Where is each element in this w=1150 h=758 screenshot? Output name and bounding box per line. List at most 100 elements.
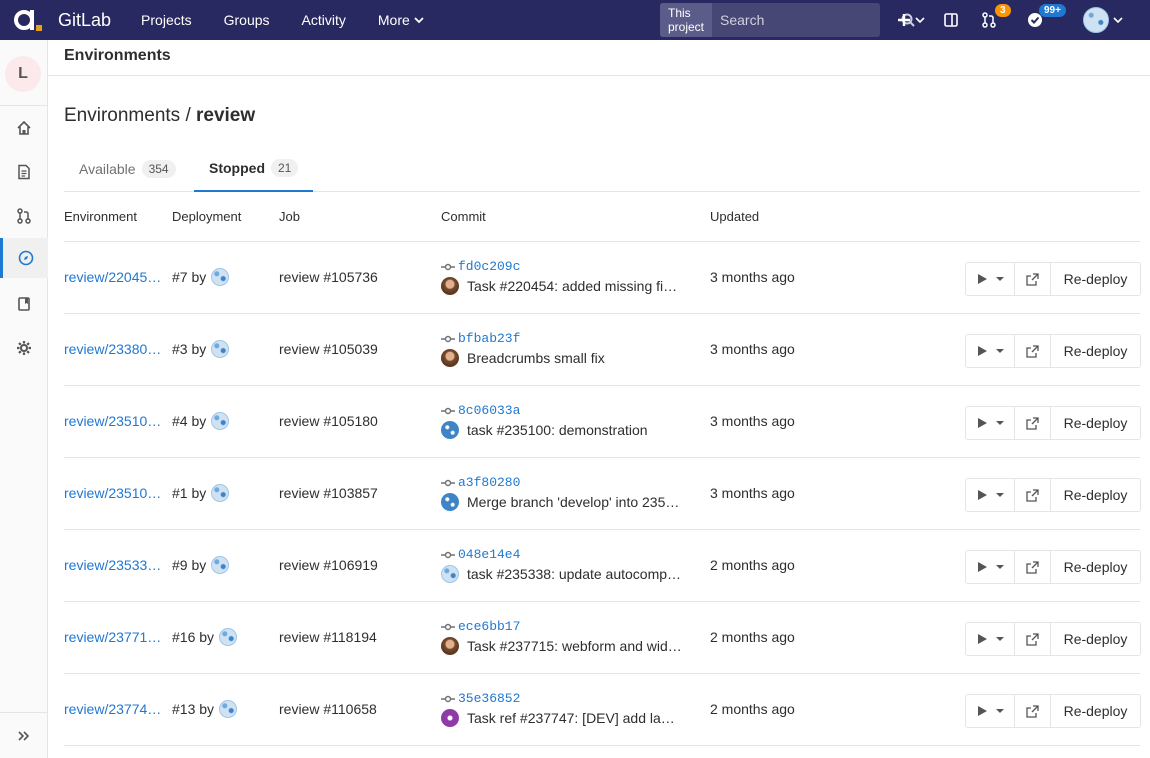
- brand[interactable]: GitLab: [12, 0, 111, 40]
- tab-available[interactable]: Available 354: [64, 145, 191, 192]
- commit-sha-link[interactable]: bfbab23f: [441, 331, 605, 346]
- commit-sha-link[interactable]: ece6bb17: [441, 619, 682, 634]
- open-external-button[interactable]: [1015, 334, 1051, 368]
- deployer-avatar[interactable]: [211, 268, 230, 286]
- commit-author-avatar[interactable]: [441, 565, 459, 583]
- search-input[interactable]: [712, 3, 902, 37]
- page-title: Environments / review: [64, 105, 255, 127]
- user-menu[interactable]: [1083, 7, 1123, 33]
- environment-link[interactable]: review/235338-autocomplete: [64, 557, 162, 573]
- commit-icon: [441, 479, 455, 486]
- commit-sha-link[interactable]: fd0c209c: [441, 259, 682, 274]
- sidebar-item-repository[interactable]: [0, 152, 48, 192]
- redeploy-button[interactable]: Re-deploy: [1051, 406, 1141, 440]
- external-link-icon: [1026, 416, 1039, 430]
- deployer-avatar[interactable]: [211, 484, 230, 502]
- sidebar-item-operations[interactable]: [0, 238, 48, 278]
- commit-title[interactable]: Task ref #237747: [DEV] add labels: [467, 710, 682, 726]
- redeploy-button[interactable]: Re-deploy: [1051, 622, 1141, 656]
- deployer-avatar[interactable]: [219, 700, 238, 718]
- open-external-button[interactable]: [1015, 694, 1051, 728]
- new-dropdown[interactable]: [896, 12, 925, 28]
- commit-author-avatar[interactable]: [441, 277, 459, 295]
- commit-author-avatar[interactable]: [441, 349, 459, 367]
- sidebar-toggle-icon[interactable]: [943, 12, 959, 28]
- commit-sha-link[interactable]: 8c06033a: [441, 403, 648, 418]
- deployer-avatar[interactable]: [211, 340, 230, 358]
- sidebar-item-settings[interactable]: [0, 328, 48, 368]
- commit-author-avatar[interactable]: [441, 493, 459, 511]
- job-link[interactable]: review #105736: [279, 269, 378, 285]
- commit-author-avatar[interactable]: [441, 709, 459, 727]
- job-link[interactable]: review #103857: [279, 485, 378, 501]
- deployer-avatar[interactable]: [219, 628, 238, 646]
- environment-link[interactable]: review/233800-breadcrumbs: [64, 341, 162, 357]
- manual-actions-dropdown[interactable]: [965, 406, 1015, 440]
- play-icon: [977, 634, 987, 644]
- job-link[interactable]: review #106919: [279, 557, 378, 573]
- user-avatar: [1083, 7, 1109, 33]
- open-external-button[interactable]: [1015, 262, 1051, 296]
- commit-title[interactable]: Merge branch 'develop' into 235100: [467, 494, 682, 510]
- commit-title[interactable]: Breadcrumbs small fix: [467, 350, 605, 366]
- deployer-avatar[interactable]: [211, 556, 230, 574]
- redeploy-button[interactable]: Re-deploy: [1051, 694, 1141, 728]
- deployment-cell: #4 by: [172, 412, 230, 430]
- manual-actions-dropdown[interactable]: [965, 334, 1015, 368]
- collapse-sidebar-button[interactable]: [0, 712, 48, 758]
- search-scope[interactable]: This project: [660, 3, 713, 37]
- breadcrumb-title[interactable]: Environments: [64, 47, 171, 65]
- commit-title[interactable]: task #235100: demonstration: [467, 422, 648, 438]
- commit-author-avatar[interactable]: [441, 421, 459, 439]
- nav-more[interactable]: More: [378, 12, 424, 28]
- manual-actions-dropdown[interactable]: [965, 622, 1015, 656]
- redeploy-button[interactable]: Re-deploy: [1051, 478, 1141, 512]
- commit-cell: 048e14e4 task #235338: update autocomple…: [441, 547, 682, 583]
- job-link[interactable]: review #105039: [279, 341, 378, 357]
- environment-link[interactable]: review/235100-demo: [64, 413, 162, 429]
- open-external-button[interactable]: [1015, 406, 1051, 440]
- environment-link[interactable]: review/237747-dev: [64, 701, 162, 717]
- merge-requests-link[interactable]: 3: [981, 4, 1011, 28]
- manual-actions-dropdown[interactable]: [965, 694, 1015, 728]
- redeploy-button[interactable]: Re-deploy: [1051, 262, 1141, 296]
- environment-link[interactable]: review/220454-some-env: [64, 269, 162, 285]
- updated-time: 3 months ago: [710, 413, 795, 429]
- updated-time: 3 months ago: [710, 269, 795, 285]
- open-external-button[interactable]: [1015, 478, 1051, 512]
- job-link[interactable]: review #110658: [279, 701, 377, 717]
- sidebar-item-project[interactable]: [0, 108, 48, 148]
- sidebar-divider: [0, 105, 48, 106]
- commit-author-avatar[interactable]: [441, 637, 459, 655]
- row-actions: Re-deploy: [965, 550, 1141, 584]
- manual-actions-dropdown[interactable]: [965, 478, 1015, 512]
- deployment-number: #1 by: [172, 485, 207, 501]
- open-external-button[interactable]: [1015, 550, 1051, 584]
- open-external-button[interactable]: [1015, 622, 1051, 656]
- manual-actions-dropdown[interactable]: [965, 550, 1015, 584]
- todos-link[interactable]: 99+: [1027, 4, 1066, 28]
- redeploy-button[interactable]: Re-deploy: [1051, 334, 1141, 368]
- commit-title[interactable]: Task #237715: webform and widgets: [467, 638, 682, 654]
- manual-actions-dropdown[interactable]: [965, 262, 1015, 296]
- commit-title[interactable]: Task #220454: added missing fields: [467, 278, 682, 294]
- commit-sha-link[interactable]: 35e36852: [441, 691, 682, 706]
- sidebar-item-wiki[interactable]: [0, 284, 48, 324]
- redeploy-button[interactable]: Re-deploy: [1051, 550, 1141, 584]
- nav-groups[interactable]: Groups: [224, 12, 270, 28]
- job-link[interactable]: review #118194: [279, 629, 377, 645]
- environment-link[interactable]: review/235100-merge: [64, 485, 162, 501]
- commit-sha-link[interactable]: 048e14e4: [441, 547, 682, 562]
- deployment-number: #7 by: [172, 269, 207, 285]
- updated-time: 3 months ago: [710, 341, 795, 357]
- nav-projects[interactable]: Projects: [141, 12, 192, 28]
- sidebar-item-merge-requests[interactable]: [0, 196, 48, 236]
- job-link[interactable]: review #105180: [279, 413, 378, 429]
- commit-title[interactable]: task #235338: update autocomplete: [467, 566, 682, 582]
- deployer-avatar[interactable]: [211, 412, 230, 430]
- project-avatar[interactable]: L: [5, 56, 41, 92]
- tab-stopped[interactable]: Stopped 21: [194, 145, 314, 192]
- nav-activity[interactable]: Activity: [302, 12, 346, 28]
- environment-link[interactable]: review/237715-webform: [64, 629, 162, 645]
- commit-sha-link[interactable]: a3f80280: [441, 475, 682, 490]
